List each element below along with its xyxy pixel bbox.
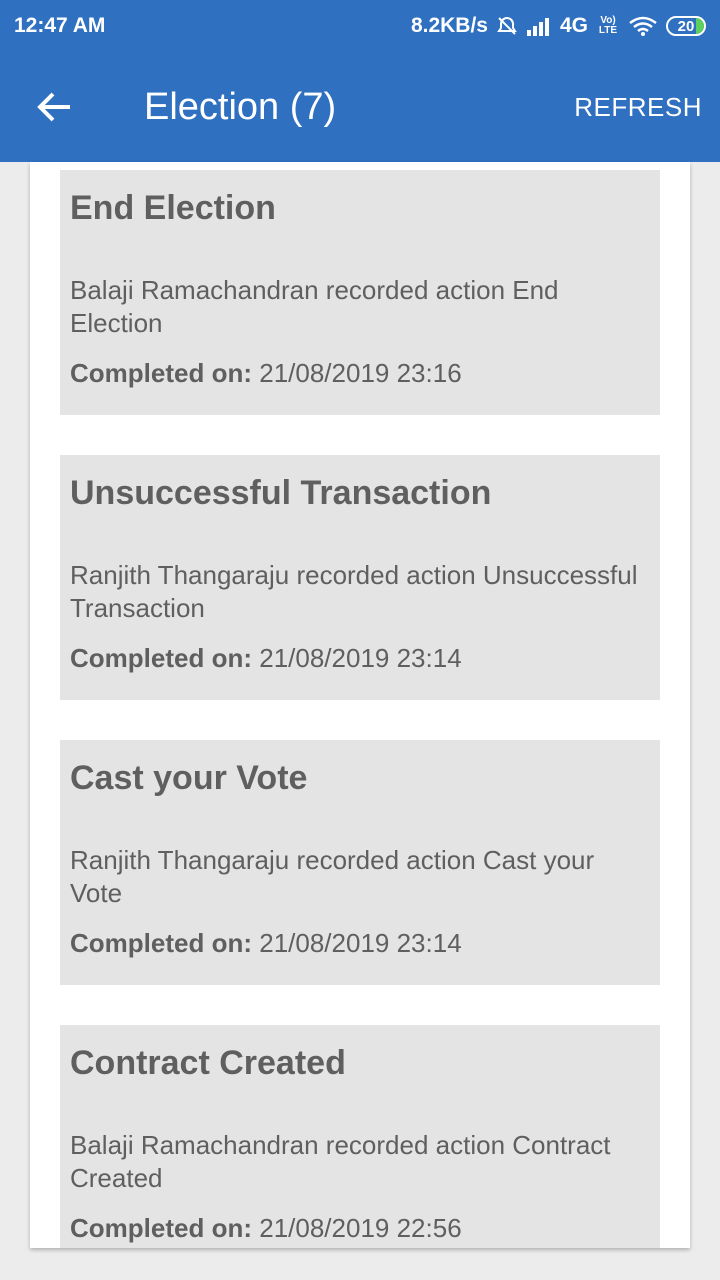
app-bar: Election (7) REFRESH [0,52,720,162]
action-card[interactable]: Cast your Vote Ranjith Thangaraju record… [60,740,660,985]
card-description: Balaji Ramachandran recorded action Cont… [70,1130,611,1193]
battery-level: 20 [677,17,695,35]
action-card[interactable]: End Election Balaji Ramachandran recorde… [60,170,660,415]
completed-on-value: 21/08/2019 22:56 [259,1213,462,1243]
page-title: Election (7) [144,85,337,128]
battery-icon: 20 [666,16,706,36]
card-completed-on: Completed on: 21/08/2019 23:14 [70,643,650,674]
volte-label: Vo) LTE [598,15,618,36]
election-actions-panel[interactable]: End Election Balaji Ramachandran recorde… [30,162,690,1248]
refresh-button[interactable]: REFRESH [574,92,702,123]
action-card[interactable]: Unsuccessful Transaction Ranjith Thangar… [60,455,660,700]
action-card[interactable]: Contract Created Balaji Ramachandran rec… [60,1025,660,1248]
card-title: Contract Created [70,1044,346,1082]
card-completed-on: Completed on: 21/08/2019 23:16 [70,358,650,389]
card-description: Ranjith Thangaraju recorded action Unsuc… [70,560,638,623]
completed-on-label: Completed on: [70,358,252,388]
status-icons: 8.2KB/s 4G Vo) LTE 20 [411,14,706,38]
status-bar: 12:47 AM 8.2KB/s 4G Vo) LTE 20 [0,0,720,52]
action-list: End Election Balaji Ramachandran recorde… [60,170,660,1248]
network-type: 4G [559,14,588,37]
arrow-left-icon [37,92,70,122]
network-speed: 8.2KB/s [410,14,488,37]
card-title: End Election [70,189,276,227]
completed-on-label: Completed on: [70,1213,252,1243]
wifi-icon [628,15,658,37]
completed-on-value: 21/08/2019 23:14 [259,643,462,673]
card-description: Ranjith Thangaraju recorded action Cast … [70,845,595,908]
completed-on-label: Completed on: [70,643,252,673]
completed-on-label: Completed on: [70,928,252,958]
completed-on-value: 21/08/2019 23:14 [259,928,462,958]
alarm-off-icon [496,15,518,37]
card-title: Cast your Vote [70,759,308,797]
card-description: Balaji Ramachandran recorded action End … [70,275,559,338]
card-completed-on: Completed on: 21/08/2019 22:56 [70,1213,650,1244]
completed-on-value: 21/08/2019 23:16 [259,358,462,388]
signal-icon [526,16,552,36]
back-button[interactable] [26,79,82,135]
card-completed-on: Completed on: 21/08/2019 23:14 [70,928,650,959]
status-time: 12:47 AM [14,14,106,37]
card-title: Unsuccessful Transaction [70,474,492,512]
